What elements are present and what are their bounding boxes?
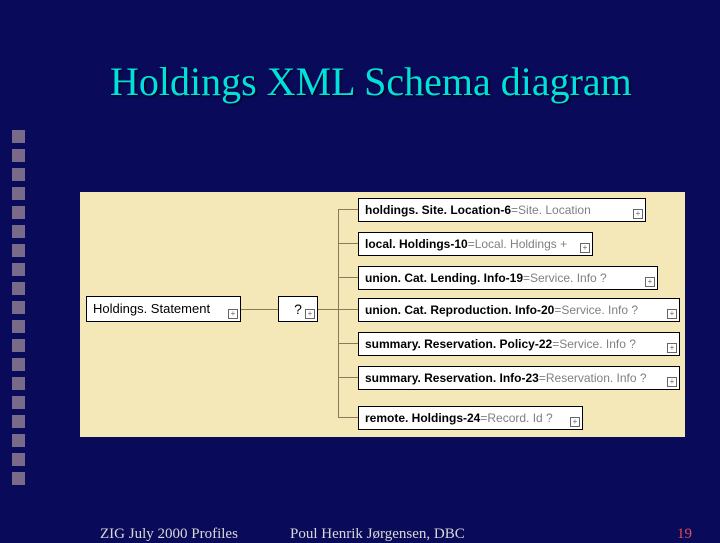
child-element: local. Holdings-10=Local. Holdings + + xyxy=(358,232,593,256)
child-element: remote. Holdings-24=Record. Id ? + xyxy=(358,406,583,430)
child-type: =Reservation. Info ? xyxy=(539,371,647,385)
child-type: =Local. Holdings + xyxy=(468,237,567,251)
slide-number: 19 xyxy=(677,526,692,543)
child-name: remote. Holdings-24 xyxy=(365,411,480,425)
expand-icon: + xyxy=(580,243,590,253)
child-name: holdings. Site. Location-6 xyxy=(365,203,511,217)
expand-icon: + xyxy=(667,343,677,353)
child-type: =Record. Id ? xyxy=(480,411,552,425)
root-element: Holdings. Statement + xyxy=(86,296,241,322)
sequence-label: ? xyxy=(294,301,302,317)
expand-icon: + xyxy=(667,377,677,387)
expand-icon: + xyxy=(645,277,655,287)
slide-title: Holdings XML Schema diagram xyxy=(110,58,632,105)
child-element: holdings. Site. Location-6=Site. Locatio… xyxy=(358,198,646,222)
expand-icon: + xyxy=(228,309,238,319)
sequence-indicator: ? + xyxy=(278,296,318,322)
child-name: summary. Reservation. Info-23 xyxy=(365,371,539,385)
child-element: union. Cat. Reproduction. Info-20=Servic… xyxy=(358,298,680,322)
schema-diagram: Holdings. Statement + ? + holdings. Site… xyxy=(80,192,685,437)
expand-icon: + xyxy=(633,209,643,219)
child-type: =Service. Info ? xyxy=(523,271,607,285)
child-type: =Service. Info ? xyxy=(554,303,638,317)
expand-icon: + xyxy=(570,417,580,427)
footer-center: Poul Henrik Jørgensen, DBC xyxy=(290,526,465,543)
child-type: =Service. Info ? xyxy=(552,337,636,351)
child-name: local. Holdings-10 xyxy=(365,237,468,251)
child-element: summary. Reservation. Policy-22=Service.… xyxy=(358,332,680,356)
bullet-rail xyxy=(12,130,25,491)
root-label: Holdings. Statement xyxy=(93,301,210,316)
child-type: =Site. Location xyxy=(511,203,591,217)
child-element: union. Cat. Lending. Info-19=Service. In… xyxy=(358,266,658,290)
child-name: summary. Reservation. Policy-22 xyxy=(365,337,552,351)
expand-icon: + xyxy=(667,309,677,319)
child-element: summary. Reservation. Info-23=Reservatio… xyxy=(358,366,680,390)
child-name: union. Cat. Reproduction. Info-20 xyxy=(365,303,554,317)
child-name: union. Cat. Lending. Info-19 xyxy=(365,271,523,285)
expand-icon: + xyxy=(305,309,315,319)
footer-left: ZIG July 2000 Profiles xyxy=(100,526,238,543)
